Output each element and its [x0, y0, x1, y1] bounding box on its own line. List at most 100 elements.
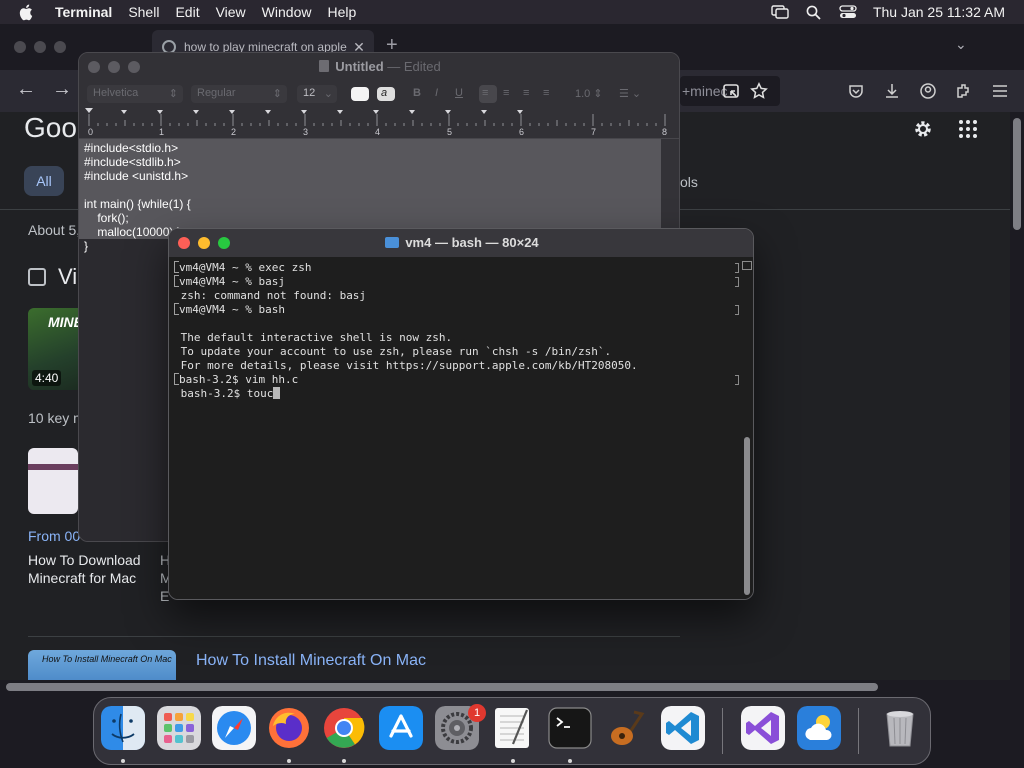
chevron-down-icon: ⌄ — [323, 88, 333, 100]
spotlight-search-icon[interactable] — [805, 4, 823, 20]
browser-close-button[interactable] — [14, 41, 26, 53]
video-title-link[interactable]: How To Download Minecraft for Mac — [28, 551, 148, 587]
running-indicator — [121, 759, 125, 763]
align-center-icon[interactable]: ≡ — [503, 87, 509, 99]
align-left-icon[interactable]: ≡ — [479, 85, 497, 103]
tab-stop-marker[interactable] — [445, 110, 451, 114]
textedit-title-bar[interactable]: Untitled — Edited — [79, 53, 679, 81]
ruler-number-6: 6 — [519, 127, 525, 137]
weather-icon[interactable] — [797, 706, 841, 750]
google-logo[interactable]: Goo — [24, 112, 77, 144]
tab-stop-marker[interactable] — [229, 110, 235, 114]
running-indicator — [511, 759, 515, 763]
menu-app-terminal[interactable]: Terminal — [46, 0, 120, 24]
terminal-zoom-button[interactable] — [218, 237, 230, 249]
page-vertical-scrollbar[interactable] — [1010, 112, 1024, 694]
tab-stop-marker[interactable] — [121, 110, 127, 114]
video-thumbnail-2[interactable] — [28, 448, 78, 514]
menu-window[interactable]: Window — [254, 0, 320, 24]
textedit-close-button[interactable] — [88, 61, 100, 73]
page-hscroll-thumb[interactable] — [6, 683, 878, 691]
app-store-icon[interactable] — [379, 706, 423, 750]
textedit-ruler[interactable]: 0 1 2 3 4 5 6 7 8 — [79, 107, 679, 139]
highlight-color-icon[interactable]: a — [377, 87, 395, 101]
filter-all-chip[interactable]: All — [24, 166, 64, 196]
underline-button[interactable]: U — [455, 87, 463, 99]
terminal-cursor — [273, 387, 281, 399]
hamburger-menu-icon[interactable] — [991, 82, 1009, 100]
trash-icon[interactable] — [878, 706, 922, 750]
finder-icon[interactable] — [101, 706, 145, 750]
textedit-document-body[interactable]: #include<stdio.h> #include<stdlib.h> #in… — [79, 139, 661, 253]
back-arrow-icon[interactable]: ← — [16, 78, 36, 101]
account-icon[interactable] — [919, 82, 937, 100]
textedit-zoom-button[interactable] — [128, 61, 140, 73]
tab-stop-marker[interactable] — [409, 110, 415, 114]
instruments-guitar-icon[interactable] — [604, 706, 648, 750]
terminal-close-button[interactable] — [178, 237, 190, 249]
indent-marker[interactable] — [85, 108, 93, 113]
downloads-icon[interactable] — [883, 82, 901, 100]
tools-button[interactable]: ols — [680, 174, 698, 190]
browser-minimize-button[interactable] — [34, 41, 46, 53]
tab-stop-marker[interactable] — [157, 110, 163, 114]
bookmark-star-icon[interactable] — [750, 82, 768, 100]
visual-studio-icon[interactable] — [741, 706, 785, 750]
chrome-icon[interactable] — [322, 706, 366, 750]
reader-view-icon[interactable] — [722, 82, 740, 100]
font-style-select[interactable]: Regular ⇕ — [191, 85, 287, 103]
tab-stop-marker[interactable] — [517, 110, 523, 114]
tab-stop-marker[interactable] — [481, 110, 487, 114]
dock — [93, 697, 931, 765]
terminal-title-bar[interactable]: vm4 — bash — 80×24 — [169, 229, 753, 257]
install-minecraft-link[interactable]: How To Install Minecraft On Mac — [196, 652, 426, 670]
terminal-line: vm4@VM4 ~ % basj — [174, 275, 638, 289]
safari-icon[interactable] — [212, 706, 256, 750]
tab-stop-marker[interactable] — [337, 110, 343, 114]
menu-clock[interactable]: Thu Jan 25 11:32 AM — [873, 4, 1005, 20]
chevron-down-icon[interactable]: ⌄ — [955, 36, 967, 53]
textedit-icon[interactable] — [491, 706, 535, 750]
italic-button[interactable]: I — [435, 87, 438, 99]
settings-gear-icon[interactable] — [912, 118, 934, 140]
bold-button[interactable]: B — [413, 87, 421, 99]
extensions-icon[interactable] — [955, 82, 973, 100]
menu-shell[interactable]: Shell — [120, 0, 167, 24]
page-scroll-thumb[interactable] — [1013, 118, 1021, 230]
control-center-icon[interactable] — [839, 4, 857, 20]
tab-stop-marker[interactable] — [373, 110, 379, 114]
tab-stop-marker[interactable] — [265, 110, 271, 114]
menu-edit[interactable]: Edit — [167, 0, 207, 24]
font-size-select[interactable]: 12 ⌄ — [297, 85, 337, 103]
font-family-select[interactable]: Helvetica ⇕ — [87, 85, 183, 103]
terminal-output-area[interactable]: vm4@VM4 ~ % exec zsh vm4@VM4 ~ % basj zs… — [169, 257, 753, 599]
textedit-minimize-button[interactable] — [108, 61, 120, 73]
terminal-scroll-thumb[interactable] — [744, 437, 750, 595]
firefox-icon[interactable] — [267, 706, 311, 750]
key-moment-timestamp[interactable]: From 00 — [28, 528, 80, 544]
vscode-icon[interactable] — [661, 706, 705, 750]
apple-menu-icon[interactable] — [18, 3, 36, 21]
browser-zoom-button[interactable] — [54, 41, 66, 53]
screen-mirroring-icon[interactable] — [771, 4, 789, 20]
align-justify-icon[interactable]: ≡ — [543, 87, 549, 99]
terminal-app-icon[interactable] — [548, 706, 592, 750]
terminal-line: For more details, please visit https://s… — [174, 359, 638, 373]
forward-arrow-icon[interactable]: → — [52, 78, 72, 101]
menu-view[interactable]: View — [208, 0, 254, 24]
tab-stop-marker[interactable] — [301, 110, 307, 114]
google-apps-icon[interactable] — [958, 119, 978, 139]
page-horizontal-scrollbar[interactable] — [0, 680, 1010, 694]
list-style-icon[interactable]: ☰ ⌄ — [619, 87, 641, 100]
menu-help[interactable]: Help — [319, 0, 364, 24]
terminal-scrollbar[interactable] — [741, 259, 753, 599]
align-right-icon[interactable]: ≡ — [523, 87, 529, 99]
tab-stop-marker[interactable] — [193, 110, 199, 114]
text-color-swatch[interactable] — [351, 87, 369, 101]
launchpad-icon[interactable] — [157, 706, 201, 750]
line-spacing-select[interactable]: 1.0 ⇕ — [575, 87, 603, 100]
pocket-icon[interactable] — [847, 82, 865, 100]
terminal-line: bash-3.2$ vim hh.c — [174, 373, 638, 387]
dock-separator — [858, 708, 859, 754]
terminal-minimize-button[interactable] — [198, 237, 210, 249]
